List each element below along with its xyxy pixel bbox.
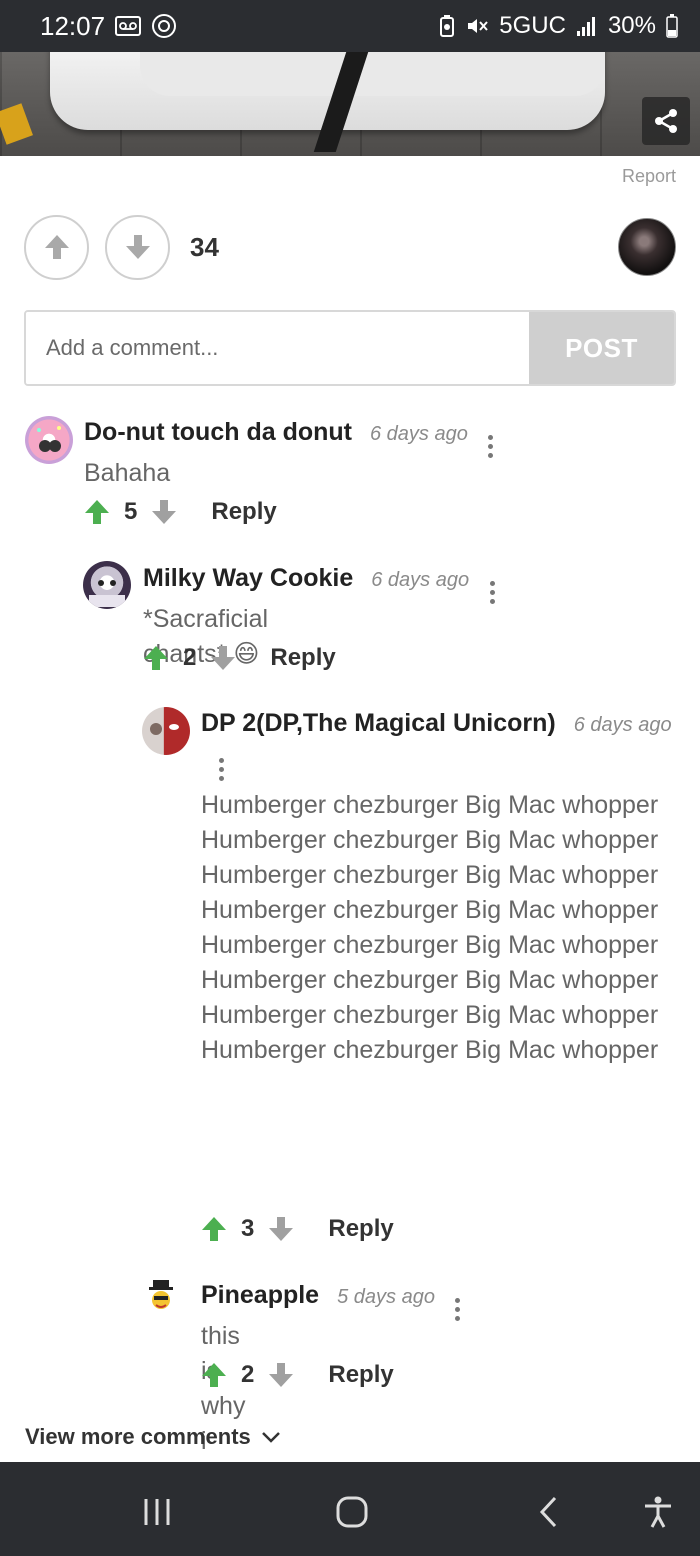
downvote-icon[interactable] [151, 498, 177, 526]
network-type: 5GUC [499, 12, 566, 39]
comment-text: Bahaha [84, 459, 171, 487]
reply-button[interactable]: Reply [328, 1215, 393, 1243]
upvote-icon[interactable] [201, 1361, 227, 1389]
system-navigation-bar [0, 1462, 700, 1556]
upvote-icon[interactable] [201, 1215, 227, 1243]
comment-timestamp: 6 days ago [371, 569, 470, 591]
home-button[interactable] [332, 1492, 372, 1532]
comment-vote-count: 2 [241, 1361, 255, 1388]
comment-author[interactable]: DP 2(DP,The Magical Unicorn) [201, 709, 556, 738]
back-icon [539, 1496, 557, 1528]
comment-vote-count: 2 [183, 644, 197, 671]
battery-icon [666, 14, 678, 38]
comment-vote-count: 5 [124, 498, 138, 525]
signal-icon [576, 15, 598, 37]
view-more-comments-button[interactable]: View more comments [25, 1424, 281, 1450]
post-image[interactable] [0, 52, 700, 156]
at-sign-icon [151, 13, 177, 39]
arrow-down-icon [125, 235, 150, 259]
recent-apps-icon [144, 1499, 170, 1525]
accessibility-icon [645, 1496, 671, 1528]
avatar[interactable] [83, 561, 131, 609]
mute-icon [465, 14, 489, 38]
comment-timestamp: 6 days ago [573, 714, 672, 736]
comment-box: POST [24, 310, 676, 386]
reply-button[interactable]: Reply [328, 1361, 393, 1389]
back-button[interactable] [530, 1492, 570, 1532]
voicemail-icon [115, 16, 142, 36]
status-bar: 12:07 5GUC 30% [0, 0, 700, 52]
comment-timestamp: 6 days ago [369, 423, 468, 445]
avatar[interactable] [143, 1278, 179, 1314]
comment-timestamp: 5 days ago [337, 1286, 435, 1308]
recent-apps-button[interactable] [137, 1492, 177, 1532]
downvote-icon[interactable] [268, 1215, 294, 1243]
more-options-icon[interactable] [487, 581, 497, 604]
comment-vote-count: 3 [241, 1215, 255, 1242]
comment-author[interactable]: Pineapple [201, 1281, 319, 1310]
comment-author[interactable]: Milky Way Cookie [143, 564, 353, 593]
post-comment-button[interactable]: POST [529, 312, 674, 384]
user-avatar[interactable] [618, 218, 676, 276]
clock: 12:07 [40, 10, 106, 41]
more-options-icon[interactable] [486, 435, 496, 458]
report-link[interactable]: Report [622, 166, 676, 187]
avatar[interactable] [142, 707, 190, 755]
more-options-icon[interactable] [216, 758, 226, 781]
downvote-icon[interactable] [268, 1361, 294, 1389]
upvote-icon[interactable] [84, 498, 110, 526]
home-icon [336, 1496, 368, 1528]
share-button[interactable] [642, 97, 690, 145]
accessibility-button[interactable] [638, 1492, 678, 1532]
battery-percent: 30% [607, 12, 656, 39]
post-score: 34 [190, 231, 219, 262]
avatar[interactable] [25, 416, 73, 464]
comment-input[interactable] [26, 312, 529, 384]
more-options-icon[interactable] [453, 1298, 463, 1321]
chevron-down-icon [261, 1432, 280, 1443]
arrow-up-icon [44, 235, 69, 259]
comment-text: Humberger chezburger Big Mac whopper Hum… [201, 791, 659, 1064]
view-more-label: View more comments [25, 1424, 251, 1449]
upvote-icon[interactable] [143, 644, 169, 672]
comment-author[interactable]: Do-nut touch da donut [84, 418, 352, 447]
share-icon [655, 109, 677, 133]
post-downvote-button[interactable] [105, 214, 170, 280]
battery-saver-icon [439, 14, 455, 38]
post-vote-row: 34 [24, 214, 219, 280]
downvote-icon[interactable] [210, 644, 236, 672]
reply-button[interactable]: Reply [270, 644, 335, 672]
post-upvote-button[interactable] [24, 214, 89, 280]
reply-button[interactable]: Reply [211, 498, 276, 526]
